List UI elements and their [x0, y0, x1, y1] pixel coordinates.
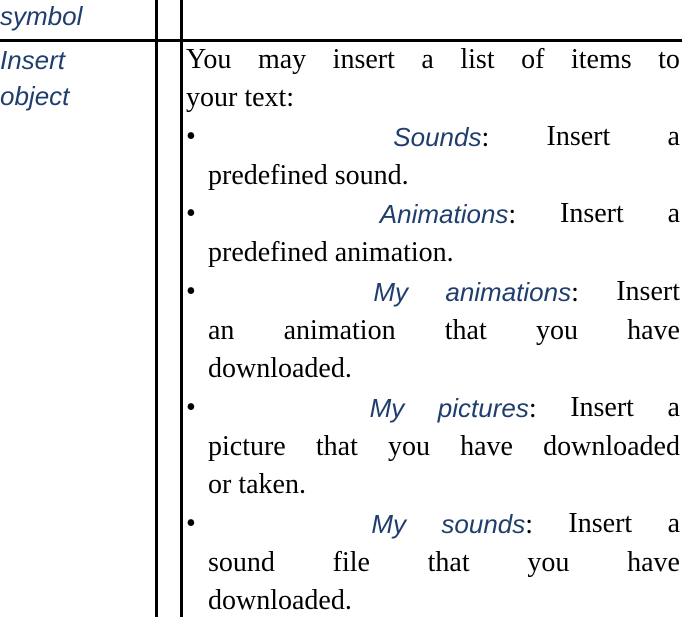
- list-item: • My sounds: Insert a sound file that you have dow…: [186, 505, 680, 620]
- column-divider-right: [180, 0, 183, 617]
- list-item-keyword: pictures:: [437, 392, 537, 424]
- intro-word: of: [521, 44, 545, 75]
- list-item-keyword: My: [373, 276, 409, 307]
- list-item-text: have: [627, 315, 680, 347]
- list-item-continuation: predefined sound.: [186, 157, 680, 195]
- list-item-text: have: [627, 546, 680, 578]
- list-item-first-line: • My animations: Insert: [186, 273, 680, 312]
- intro-line-2: your text:: [186, 82, 295, 114]
- list-item-text: an: [208, 315, 235, 347]
- intro-word: to: [658, 44, 680, 75]
- row-description: You may insert a list of items to your text: • S…: [186, 41, 680, 620]
- list-item-keyword: animations:: [445, 276, 579, 308]
- list-item: • Animations: Insert a predefined animation.: [186, 195, 680, 273]
- bullet-icon: •: [186, 507, 196, 539]
- list-item-continuation: downloaded.: [186, 350, 680, 388]
- list-item-text: predefined sound.: [208, 159, 409, 191]
- intro-word: may: [257, 44, 307, 75]
- list-item-text: downloaded.: [208, 585, 352, 617]
- list-item-text: that: [315, 430, 358, 462]
- column-divider-left: [155, 0, 158, 617]
- list-item-keyword: Animations:: [379, 199, 517, 231]
- list-item-continuation: an animation that you have: [186, 312, 680, 350]
- list-item-text: downloaded: [543, 430, 680, 462]
- list-item-text: have: [460, 430, 513, 462]
- list-item-text: you: [535, 315, 578, 347]
- list-item-first-line: • Sounds: Insert a: [186, 118, 680, 157]
- list-item-continuation: downloaded.: [186, 582, 680, 620]
- bullet-icon: •: [186, 198, 196, 230]
- list-item-text: or taken.: [208, 469, 306, 501]
- list-item-text: a: [667, 198, 680, 230]
- intro-word: insert: [332, 44, 395, 75]
- list-item-first-line: • Animations: Insert a: [186, 195, 680, 234]
- list-item-continuation: sound file that you have: [186, 544, 680, 582]
- intro-word: list: [460, 44, 495, 75]
- list-item-text: Insert: [568, 507, 633, 539]
- list-item-text: sound: [208, 546, 275, 578]
- list-item-text: picture: [208, 430, 286, 462]
- list-item-text: a: [667, 507, 680, 539]
- list-item-first-line: • My pictures: Insert a: [186, 389, 680, 428]
- list-item-keyword: sounds:: [441, 508, 534, 540]
- list-item-text: Insert: [616, 275, 680, 307]
- intro-word: items: [570, 44, 632, 75]
- bullet-icon: •: [186, 120, 196, 152]
- list-item-text: that: [444, 315, 487, 347]
- bullet-icon: •: [186, 275, 196, 307]
- list-item: • Sounds: Insert a predefined sound.: [186, 118, 680, 196]
- list-item-text: Insert: [560, 198, 624, 230]
- list-item-text: a: [667, 120, 680, 152]
- list-item-text: predefined animation.: [208, 237, 454, 269]
- list-item: • My animations: Insert an animation that you ha…: [186, 273, 680, 389]
- list-item-keyword: Sounds:: [393, 121, 490, 153]
- list-item-first-line: • My sounds: Insert a: [186, 505, 680, 544]
- list-item-text: that: [427, 546, 470, 578]
- insert-object-list: • Sounds: Insert a predefined sound. • Animati…: [186, 118, 680, 620]
- term-line-1: Insert: [0, 45, 66, 75]
- list-item: • My pictures: Insert a picture that you have dow…: [186, 389, 680, 505]
- list-item-text: file: [332, 546, 370, 578]
- intro-word: a: [421, 44, 434, 75]
- list-item-continuation: or taken.: [186, 466, 680, 504]
- intro-line-1: You may insert a list of items to: [186, 41, 680, 79]
- intro-word: You: [186, 44, 232, 75]
- list-item-text: downloaded.: [208, 353, 352, 385]
- list-item-text: you: [388, 430, 430, 462]
- list-item-text: Insert: [570, 391, 634, 423]
- list-item-text: animation: [283, 315, 396, 347]
- list-item-text: Insert: [546, 120, 611, 152]
- list-item-continuation: predefined animation.: [186, 234, 680, 272]
- previous-row-term: symbol: [0, 1, 83, 31]
- list-item-keyword: My: [369, 392, 405, 423]
- row-term: Insert object: [0, 42, 69, 114]
- list-item-text: a: [667, 391, 680, 423]
- list-item-keyword: My: [371, 508, 407, 539]
- list-item-text: you: [527, 546, 570, 578]
- bullet-icon: •: [186, 391, 196, 423]
- term-line-2: object: [0, 81, 70, 111]
- list-item-continuation: picture that you have downloaded: [186, 428, 680, 466]
